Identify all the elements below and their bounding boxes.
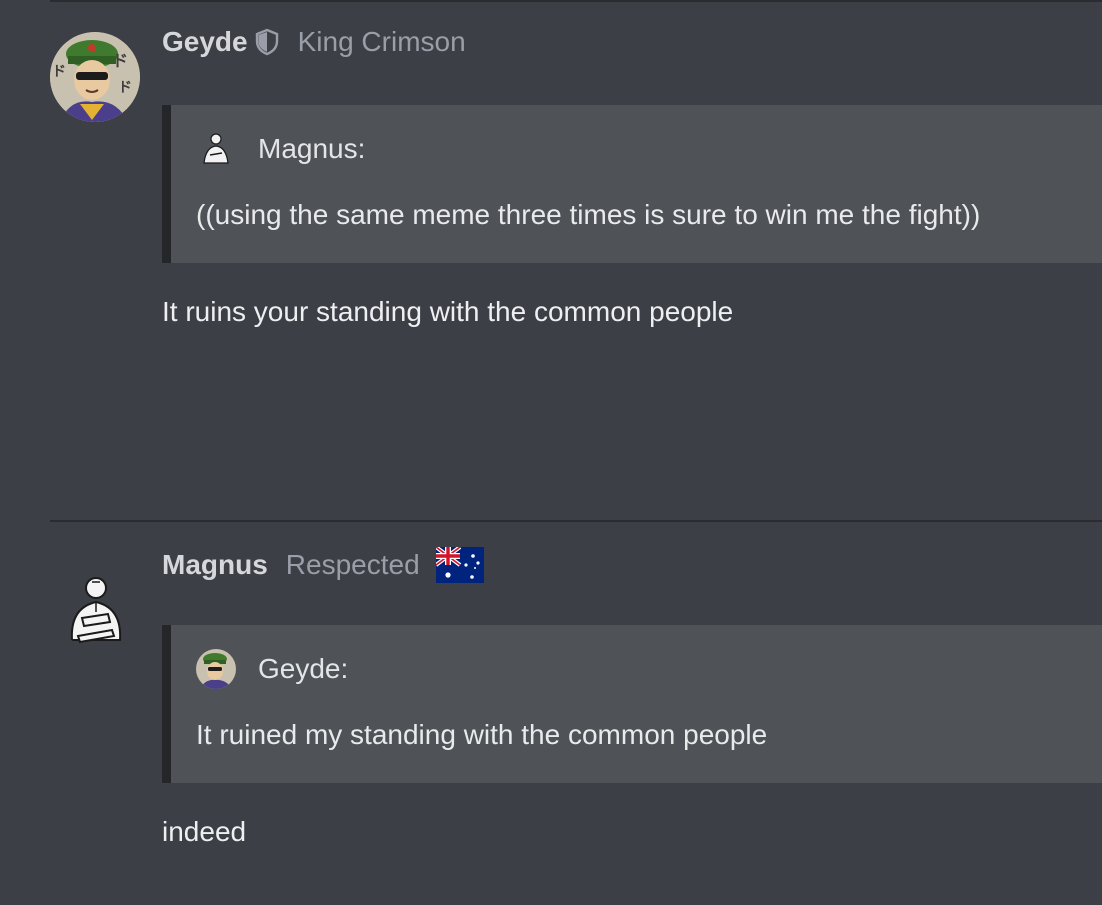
avatar-magnus[interactable] xyxy=(52,558,142,648)
post-header: Magnus Respected xyxy=(162,545,484,583)
avatar-magnus-image xyxy=(70,577,122,644)
svg-text:ド: ド xyxy=(52,64,66,80)
australia-flag-icon xyxy=(434,545,484,583)
quote-author[interactable]: Magnus: xyxy=(258,133,365,165)
avatar-geyde[interactable]: ド ド ド xyxy=(50,32,140,122)
post-geyde: ド ド ド Geyde King Crimson Magnus: ((using… xyxy=(50,0,1102,520)
post-header: Geyde King Crimson xyxy=(162,26,466,58)
post-message: It ruins your standing with the common p… xyxy=(162,296,734,327)
shield-icon xyxy=(254,28,280,56)
quote-avatar-magnus[interactable] xyxy=(196,129,236,169)
user-title: Respected xyxy=(285,549,420,580)
quote-text: It ruined my standing with the common pe… xyxy=(196,719,768,750)
quote-text: ((using the same meme three times is sur… xyxy=(196,199,981,230)
quote-author[interactable]: Geyde: xyxy=(258,653,348,685)
quote-header: Geyde: xyxy=(196,649,348,689)
post-divider xyxy=(50,520,1102,522)
post-magnus: Magnus Respected Geyde: It ruined my sta… xyxy=(50,520,1102,905)
post-message: indeed xyxy=(162,816,247,847)
avatar-geyde-image: ド ド ド xyxy=(50,32,140,122)
quote-avatar-geyde[interactable] xyxy=(196,649,236,689)
svg-text:ド: ド xyxy=(112,51,128,70)
post-divider xyxy=(50,0,1102,2)
user-title: King Crimson xyxy=(297,26,466,57)
quote-header: Magnus: xyxy=(196,129,365,169)
username[interactable]: Magnus xyxy=(162,549,268,581)
quote-block: Magnus: ((using the same meme three time… xyxy=(162,105,1102,263)
username[interactable]: Geyde xyxy=(162,26,248,58)
quote-block: Geyde: It ruined my standing with the co… xyxy=(162,625,1102,783)
svg-text:ド: ド xyxy=(118,80,132,96)
